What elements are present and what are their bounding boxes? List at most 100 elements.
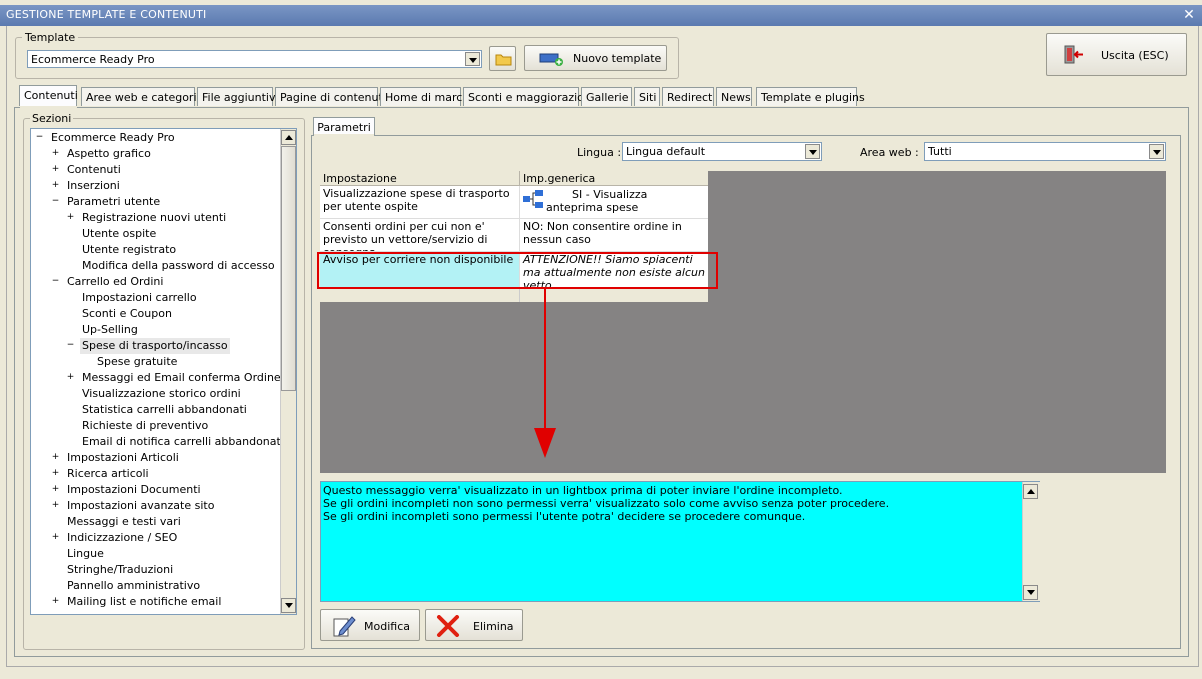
tree-item-label: Impostazioni Articoli	[67, 451, 179, 464]
delete-x-icon	[437, 615, 459, 637]
expand-icon[interactable]: +	[51, 469, 60, 478]
tab-gallerie[interactable]: Gallerie	[581, 87, 632, 106]
grid-header-value[interactable]: Imp.generica	[520, 171, 708, 186]
collapse-icon[interactable]: −	[51, 197, 60, 206]
expand-icon[interactable]: +	[51, 181, 60, 190]
expand-icon[interactable]: +	[51, 501, 60, 510]
tree-rows: − Ecommerce Ready Pro + Aspetto grafico + Con…	[31, 129, 284, 614]
expand-icon[interactable]: +	[51, 485, 60, 494]
tab-siti[interactable]: Siti	[634, 87, 660, 106]
lingua-select[interactable]: Lingua default	[622, 142, 822, 161]
tree-item-label: Ecommerce Ready Pro	[51, 131, 175, 144]
annotation-arrow-icon	[534, 288, 556, 458]
tree-item-label: Inserzioni	[67, 179, 120, 192]
tab-template-plugins[interactable]: Template e plugins	[756, 87, 865, 106]
tab-news[interactable]: News	[716, 87, 752, 106]
window-title: GESTIONE TEMPLATE E CONTENUTI	[6, 8, 207, 21]
chevron-down-icon[interactable]	[465, 52, 480, 66]
tree-item-label: Lingue	[67, 547, 104, 560]
edit-pencil-icon	[333, 616, 356, 637]
collapse-icon[interactable]: −	[35, 133, 44, 142]
tree-item-label: Stringhe/Traduzioni	[67, 563, 174, 576]
tab-aree-web[interactable]: Aree web e categorie	[81, 87, 203, 106]
grid-row-setting[interactable]: Visualizzazione spese di trasporto per u…	[320, 186, 520, 219]
expand-icon[interactable]: +	[51, 165, 60, 174]
tree-item-label: Impostazioni avanzate sito	[67, 499, 215, 512]
grid-row-setting[interactable]: Consenti ordini per cui non e' previsto …	[320, 219, 520, 252]
description-line: Se gli ordini incompleti sono permessi l…	[323, 510, 806, 523]
expand-icon[interactable]: +	[51, 149, 60, 158]
tree-item-label: Utente registrato	[82, 243, 177, 256]
grid-row-value-text: SI - Visualizza anteprima spese	[546, 188, 648, 214]
exit-button[interactable]: Uscita (ESC)	[1046, 33, 1187, 76]
scroll-down-icon[interactable]	[281, 598, 296, 613]
open-folder-button[interactable]	[489, 46, 516, 71]
tab-redirect[interactable]: Redirect	[662, 87, 714, 106]
area-web-label: Area web :	[860, 146, 919, 159]
expand-icon[interactable]: +	[66, 373, 75, 382]
tab-pagine-contenuti[interactable]: Pagine di contenuti	[275, 87, 386, 106]
tree-item-label: Aspetto grafico	[67, 147, 151, 160]
lingua-label: Lingua :	[577, 146, 622, 159]
tree-scroll-thumb[interactable]	[281, 146, 296, 391]
tree-item-label: Spese di trasporto/incasso	[80, 338, 230, 354]
new-template-icon	[539, 53, 563, 66]
tree-item-label: Email di notifica carrelli abbandonati	[82, 435, 284, 448]
description-scrollbar[interactable]	[1022, 482, 1040, 601]
sections-group-label: Sezioni	[30, 112, 74, 125]
active-tab-joint	[20, 106, 77, 109]
expand-icon[interactable]: +	[51, 533, 60, 542]
delete-button[interactable]: Elimina	[425, 609, 523, 641]
chevron-down-icon[interactable]	[805, 144, 820, 159]
grid-row-value[interactable]: SI - Visualizza anteprima spese	[520, 186, 708, 219]
template-group-label: Template	[22, 31, 79, 44]
scroll-down-icon[interactable]	[1023, 585, 1038, 600]
sections-tree[interactable]: − Ecommerce Ready Pro + Aspetto grafico + Con…	[30, 128, 297, 615]
modify-button[interactable]: Modifica	[320, 609, 420, 641]
grid-header-setting[interactable]: Impostazione	[320, 171, 520, 186]
tree-item-label: Impostazioni carrello	[82, 291, 197, 304]
template-select[interactable]: Ecommerce Ready Pro	[27, 50, 482, 68]
tab-home-marca[interactable]: Home di marca	[380, 87, 469, 106]
collapse-icon[interactable]: −	[51, 277, 60, 286]
chevron-down-icon[interactable]	[1149, 144, 1164, 159]
tab-sconti[interactable]: Sconti e maggiorazioni	[463, 87, 594, 106]
area-web-select[interactable]: Tutti	[924, 142, 1166, 161]
grid-row-value[interactable]: NO: Non consentire ordine in nessun caso	[520, 219, 708, 252]
expand-icon[interactable]: +	[51, 597, 60, 606]
params-tab-joint	[314, 134, 374, 137]
tree-item-label: Parametri utente	[67, 195, 161, 208]
settings-grid: Impostazione Imp.generica Visualizzazion…	[320, 171, 1166, 473]
delete-button-label: Elimina	[473, 620, 514, 633]
new-template-button[interactable]: Nuovo template	[524, 45, 667, 71]
tree-item-label: Pannello amministrativo	[67, 579, 201, 592]
folder-icon	[495, 54, 512, 66]
description-textarea[interactable]: Questo messaggio verra' visualizzato in …	[320, 481, 1040, 602]
annotation-highlight-box	[317, 252, 718, 289]
collapse-icon[interactable]: −	[66, 341, 75, 350]
tree-item-label: Mailing list e notifiche email	[67, 595, 222, 608]
new-template-label: Nuovo template	[573, 52, 662, 65]
expand-icon[interactable]: +	[51, 453, 60, 462]
close-icon[interactable]: ✕	[1180, 6, 1198, 24]
template-select-value: Ecommerce Ready Pro	[31, 53, 155, 66]
tree-item-label: Statistica carrelli abbandonati	[82, 403, 247, 416]
area-web-value: Tutti	[928, 145, 952, 158]
tree-item-label: Indicizzazione / SEO	[67, 531, 178, 544]
scroll-up-icon[interactable]	[1023, 484, 1038, 499]
tab-file-aggiuntivi[interactable]: File aggiuntivi	[197, 87, 279, 106]
grid-footer-cell	[320, 287, 520, 302]
tree-item-label: Up-Selling	[82, 323, 138, 336]
scroll-up-icon[interactable]	[281, 130, 296, 145]
lingua-value: Lingua default	[626, 145, 706, 158]
description-text: Questo messaggio verra' visualizzato in …	[323, 484, 1018, 523]
tree-scrollbar[interactable]	[280, 129, 296, 614]
expand-icon[interactable]: +	[66, 213, 75, 222]
tab-contenuti[interactable]: Contenuti	[19, 85, 78, 106]
